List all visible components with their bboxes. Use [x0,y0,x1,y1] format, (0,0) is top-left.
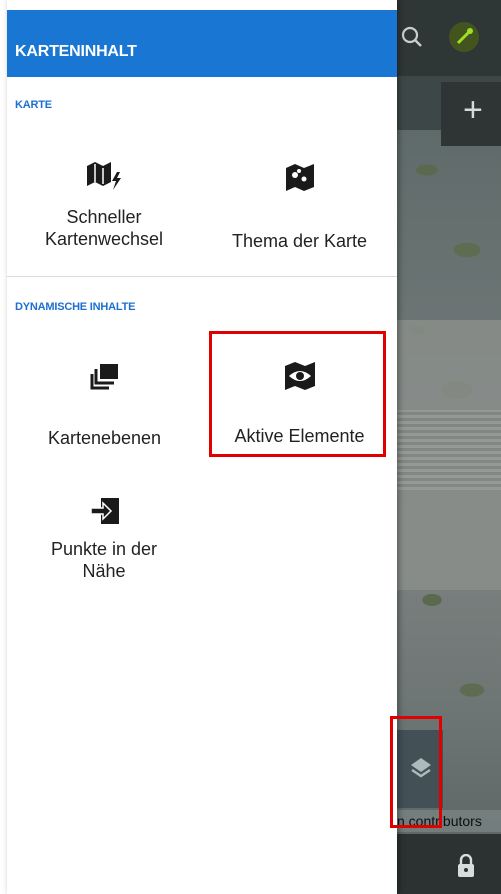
tile-map-theme[interactable]: Thema der Karte [202,163,397,252]
tile-nearby-points[interactable]: Punkte in der Nähe [7,496,202,582]
tile-label: Thema der Karte [231,231,368,251]
tile-label: Schneller Kartenwechsel [44,207,164,249]
enter-arrow-icon [89,496,121,526]
drawer-title: KARTENINHALT [15,43,137,60]
section-label-dynamic: DYNAMISCHE INHALTE [15,301,136,313]
layers-icon [90,363,120,391]
highlight-layers-button [390,716,442,828]
map-overlay-sheet [397,320,501,590]
map-flash-icon [85,160,125,192]
tile-quick-map-switch[interactable]: Schneller Kartenwechsel [7,160,202,250]
map-bottom-bar [397,834,501,894]
lock-icon[interactable] [457,853,475,883]
tile-map-layers[interactable]: Kartenebenen [7,363,202,449]
drawer-header: KARTENINHALT [7,10,397,77]
section-label-karte: KARTE [15,99,52,111]
section-divider [7,276,397,277]
zoom-in-icon[interactable]: + [463,90,483,130]
highlight-active-elements [209,331,386,457]
map-theme-icon [284,163,316,193]
search-icon[interactable] [401,24,423,55]
tile-label: Kartenebenen [47,428,162,448]
gps-icon[interactable] [449,22,479,52]
tile-label: Punkte in der Nähe [50,539,158,581]
